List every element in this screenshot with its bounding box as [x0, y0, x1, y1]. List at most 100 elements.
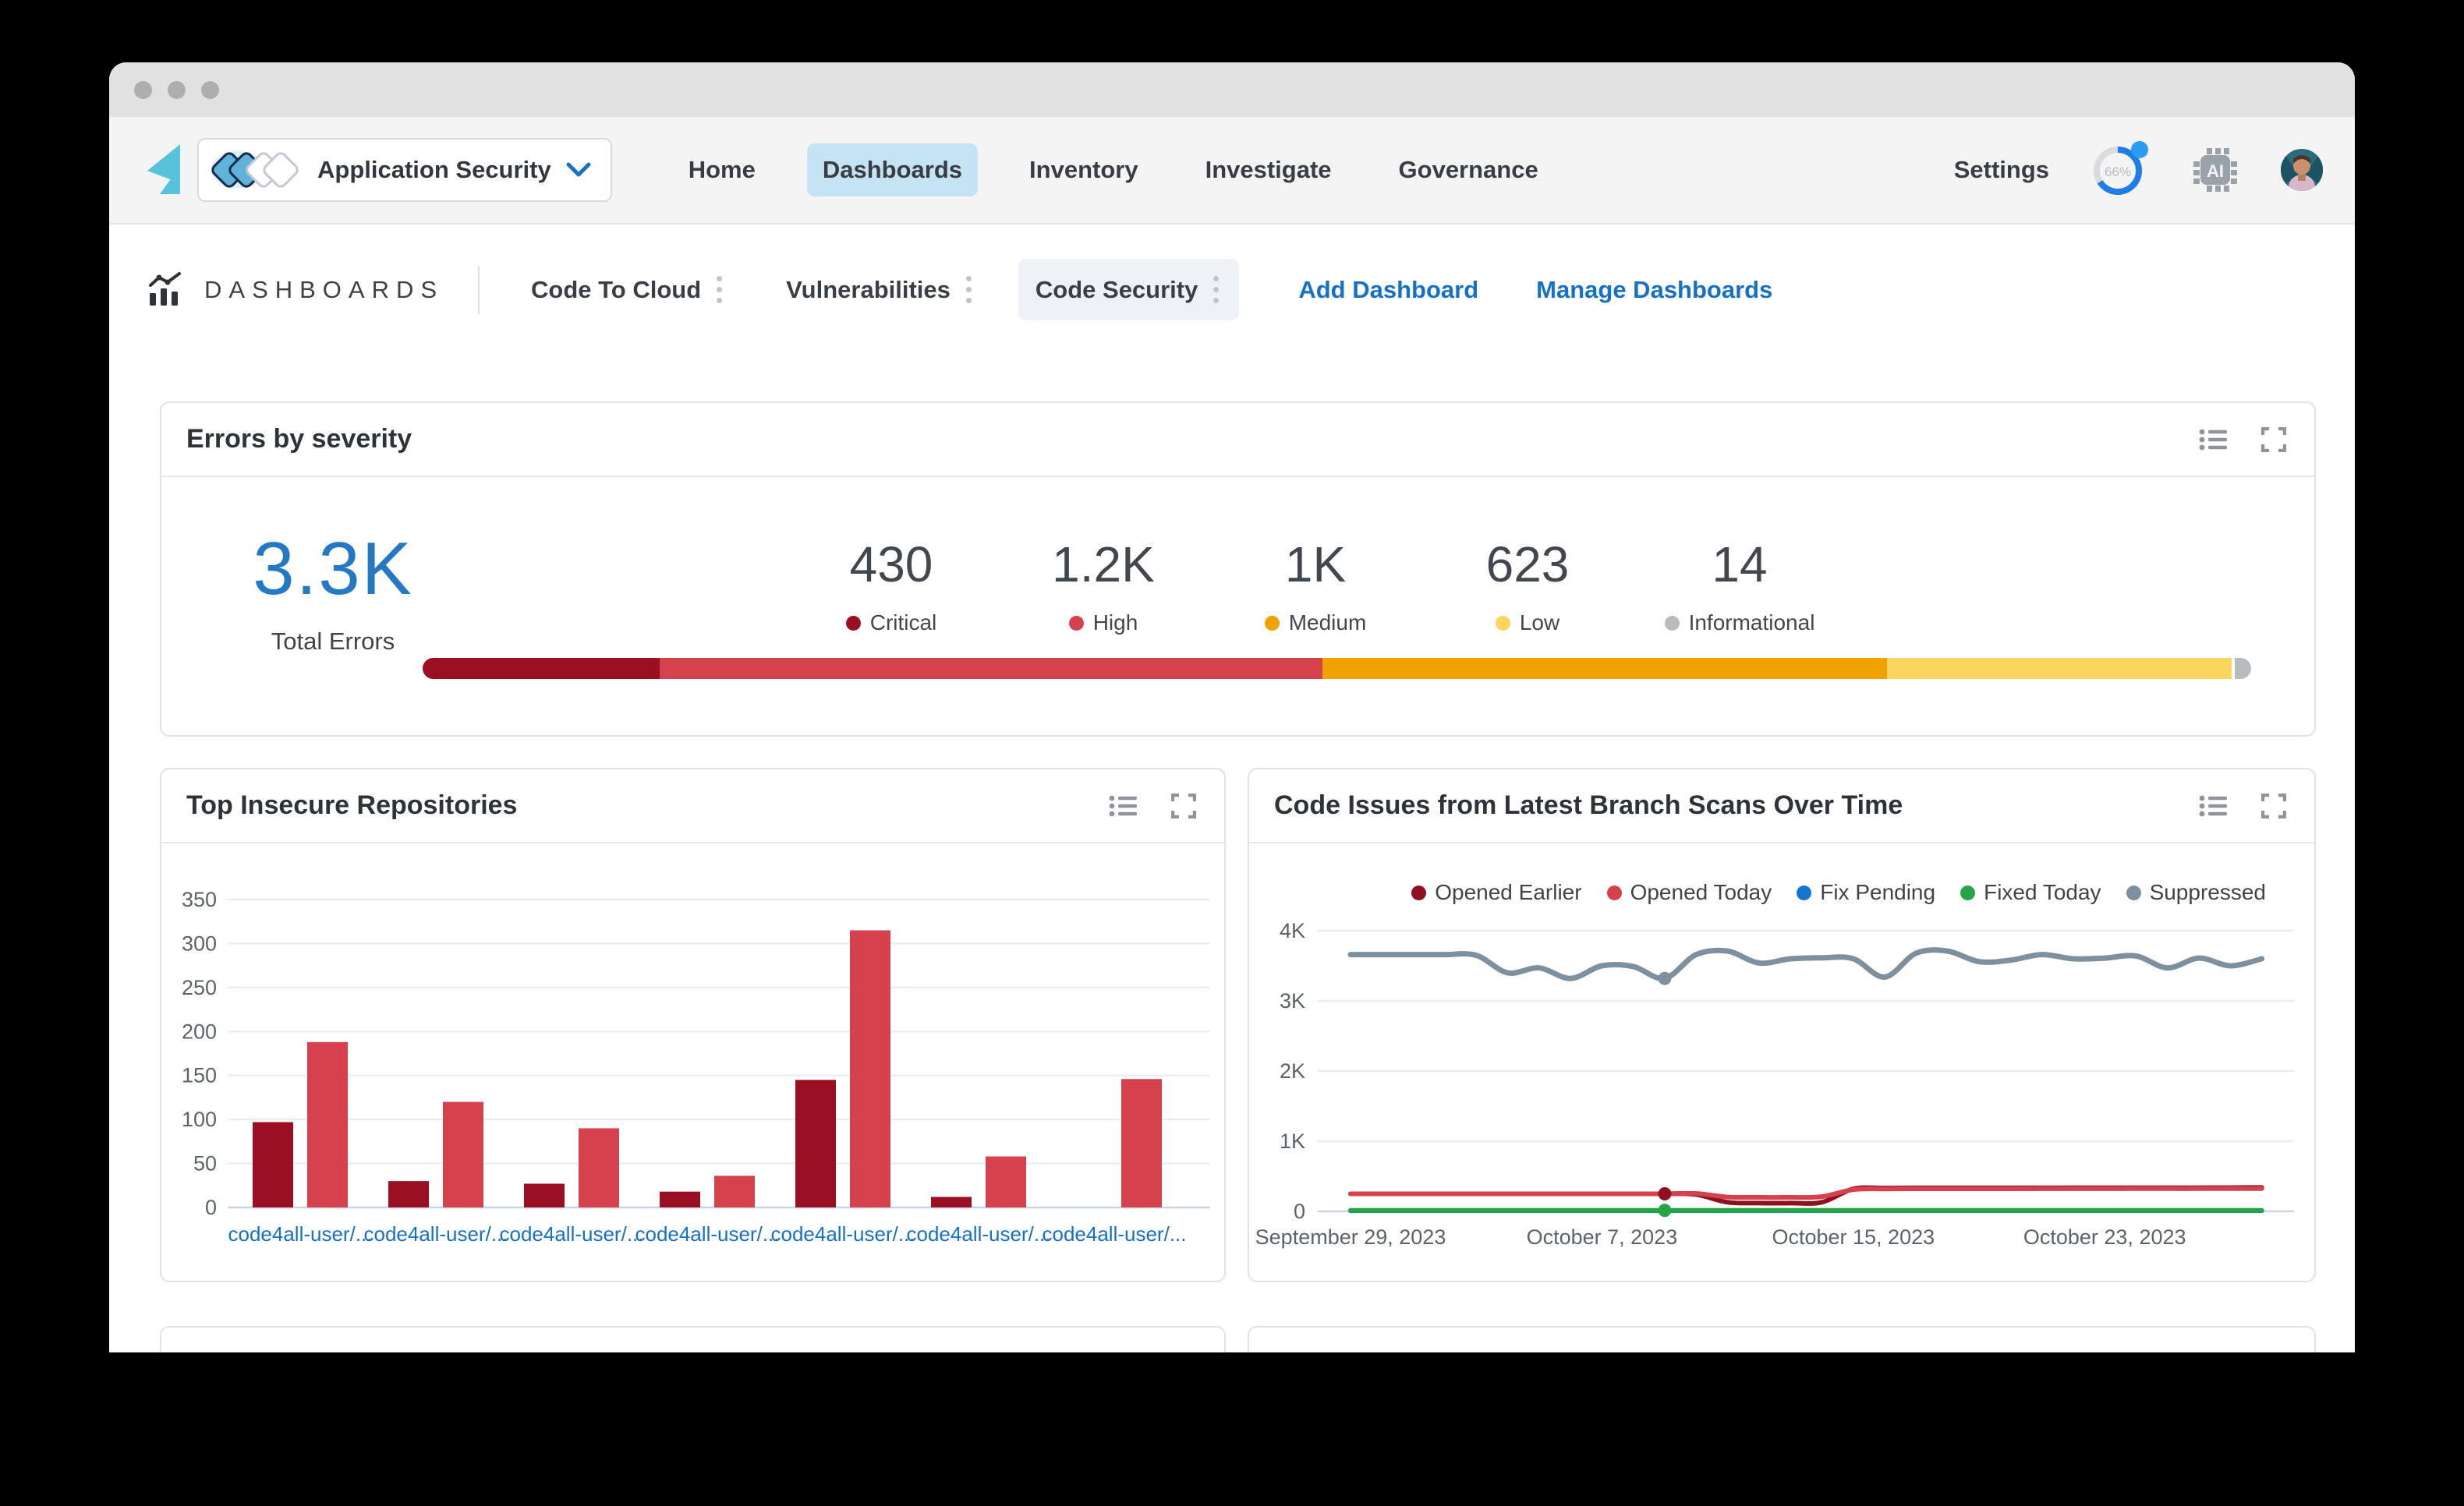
repo-link-label[interactable]: code4all-user/... [771, 1222, 915, 1246]
repo-link-label[interactable]: code4all-user/... [635, 1222, 780, 1246]
nav-item-home[interactable]: Home [673, 143, 771, 196]
list-view-icon[interactable] [1109, 794, 1138, 818]
dashboards-title: DASHBOARDS [204, 275, 444, 303]
repo-link-label[interactable]: code4all-user/... [1043, 1222, 1187, 1246]
severity-value: 1.2K [1052, 536, 1155, 592]
data-point-marker-fixed-today[interactable] [1658, 1204, 1672, 1218]
bar-critical-repo-2[interactable] [388, 1181, 429, 1207]
y-axis-tick-label: 0 [205, 1196, 217, 1219]
bar-high-repo-7[interactable] [1121, 1079, 1162, 1207]
bar-critical-repo-3[interactable] [524, 1183, 565, 1207]
severity-dot-icon [1264, 615, 1280, 631]
app-selector-label: Application Security [317, 156, 551, 183]
repo-link-label[interactable]: code4all-user/... [500, 1222, 644, 1246]
user-avatar[interactable] [2280, 148, 2324, 192]
browser-window: Application Security Home Dashboards Inven… [109, 62, 2355, 1352]
code-issues-over-time-card: Code Issues from Latest Branch Scans Ove… [1248, 768, 2316, 1282]
dashboard-tab-code-security[interactable]: Code Security [1018, 259, 1240, 320]
y-axis-tick-label: 0 [1294, 1200, 1305, 1223]
severity-metric-critical: 430 Critical [785, 536, 997, 635]
card-header: Code Issues from Latest Branch Scans Ove… [1249, 769, 2314, 843]
kebab-menu-icon[interactable] [1210, 273, 1222, 306]
nav-item-governance[interactable]: Governance [1383, 143, 1554, 196]
data-point-marker-opened-earlier[interactable] [1658, 1187, 1672, 1200]
latest-code-review-scans-card: Latest Code Review Scans [1248, 1326, 2316, 1352]
severity-dot-icon [1068, 615, 1084, 631]
nav-item-dashboards[interactable]: Dashboards [806, 143, 979, 196]
nav-item-investigate[interactable]: Investigate [1190, 143, 1347, 196]
expand-icon[interactable] [1171, 1352, 1196, 1353]
severity-dot-icon [845, 615, 861, 631]
card-title: Code Vulnerabilities from Latest Branch … [186, 1349, 913, 1352]
ai-icon-label: AI [2207, 161, 2224, 181]
list-view-icon[interactable] [2199, 794, 2229, 818]
list-view-icon[interactable] [2199, 428, 2229, 451]
repo-link-label[interactable]: code4all-user/... [907, 1222, 1051, 1246]
app-modules-icon [211, 151, 299, 189]
y-axis-tick-label: 300 [182, 932, 217, 955]
card-header: Latest Code Review Scans [1249, 1327, 2314, 1352]
card-title: Code Issues from Latest Branch Scans Ove… [1274, 790, 1903, 820]
toolbar-divider [478, 265, 480, 314]
severity-metrics-row: 430 Critical 1.2K High 1K Medium 623 Low 14 Infor… [785, 536, 1846, 635]
top-insecure-repositories-card: Top Insecure Repositories 0 50 100 150 200 25… [160, 768, 1226, 1282]
expand-icon[interactable] [2261, 793, 2286, 818]
bar-critical-repo-4[interactable] [660, 1191, 700, 1207]
severity-value: 430 [849, 536, 933, 592]
x-axis-tick-label: September 29, 2023 [1255, 1225, 1446, 1249]
repo-link-label[interactable]: code4all-user/... [228, 1222, 373, 1246]
chevron-down-icon [566, 162, 591, 177]
bar-critical-repo-6[interactable] [931, 1197, 972, 1207]
add-dashboard-link[interactable]: Add Dashboard [1298, 276, 1478, 304]
expand-icon[interactable] [2261, 1352, 2286, 1353]
bar-high-repo-4[interactable] [714, 1175, 755, 1207]
y-axis-tick-label: 50 [193, 1152, 217, 1175]
code-issues-line-chart: 0 1K 2K 3K 4K September 29, 2023 October 7, 20… [1255, 919, 2294, 1249]
card-header: Code Vulnerabilities from Latest Branch … [161, 1327, 1224, 1352]
data-point-marker-suppressed[interactable] [1658, 971, 1672, 985]
dashboard-tab-label: Code Security [1035, 275, 1198, 303]
severity-label: Low [1519, 610, 1560, 635]
expand-icon[interactable] [1171, 793, 1196, 818]
bar-high-repo-1[interactable] [307, 1041, 348, 1207]
severity-value: 1K [1284, 536, 1347, 592]
y-axis-tick-label: 2K [1280, 1059, 1305, 1083]
repo-link-label[interactable]: code4all-user/... [364, 1222, 508, 1246]
bar-critical-repo-5[interactable] [795, 1080, 836, 1207]
dashboards-icon [149, 271, 181, 306]
dashboard-tab-vulnerabilities[interactable]: Vulnerabilities [769, 259, 992, 320]
dashboard-tabs: Code To Cloud Vulnerabilities Code Securit… [514, 259, 1266, 320]
brand-logo-icon [147, 144, 180, 194]
ai-assistant-icon[interactable]: AI [2191, 146, 2239, 194]
code-vulnerabilities-card: Code Vulnerabilities from Latest Branch … [160, 1326, 1226, 1352]
window-maximize-button[interactable] [201, 80, 219, 99]
card-header: Errors by severity [161, 403, 2314, 477]
total-errors-value: 3.3K [253, 527, 413, 610]
y-axis-tick-label: 350 [182, 888, 217, 911]
window-titlebar [109, 62, 2355, 117]
window-close-button[interactable] [134, 80, 152, 99]
severity-metric-high: 1.2K High [997, 536, 1209, 635]
card-header: Top Insecure Repositories [161, 769, 1224, 843]
expand-icon[interactable] [2261, 426, 2286, 452]
bar-high-repo-3[interactable] [579, 1128, 619, 1207]
app-selector-dropdown[interactable]: Application Security [197, 138, 612, 202]
card-title: Top Insecure Repositories [186, 790, 518, 820]
dashboard-tab-label: Vulnerabilities [786, 275, 951, 303]
y-axis-tick-label: 100 [182, 1108, 217, 1131]
settings-link[interactable]: Settings [1954, 156, 2049, 184]
kebab-menu-icon[interactable] [713, 273, 725, 306]
manage-dashboards-link[interactable]: Manage Dashboards [1536, 276, 1772, 304]
window-minimize-button[interactable] [168, 80, 186, 99]
y-axis-tick-label: 150 [182, 1064, 217, 1087]
bar-high-repo-6[interactable] [986, 1156, 1026, 1207]
insecure-repos-bar-chart: 050100150200250300350code4all-user/...co… [182, 888, 1210, 1246]
bar-high-repo-2[interactable] [443, 1101, 483, 1207]
nav-item-inventory[interactable]: Inventory [1014, 143, 1154, 196]
dashboard-tab-code-to-cloud[interactable]: Code To Cloud [514, 259, 742, 320]
bar-high-repo-5[interactable] [850, 930, 890, 1208]
onboarding-progress-ring[interactable]: 66% [2090, 140, 2151, 200]
bar-critical-repo-1[interactable] [253, 1122, 293, 1207]
kebab-menu-icon[interactable] [963, 273, 975, 306]
severity-bar-segment-high [660, 658, 1323, 679]
